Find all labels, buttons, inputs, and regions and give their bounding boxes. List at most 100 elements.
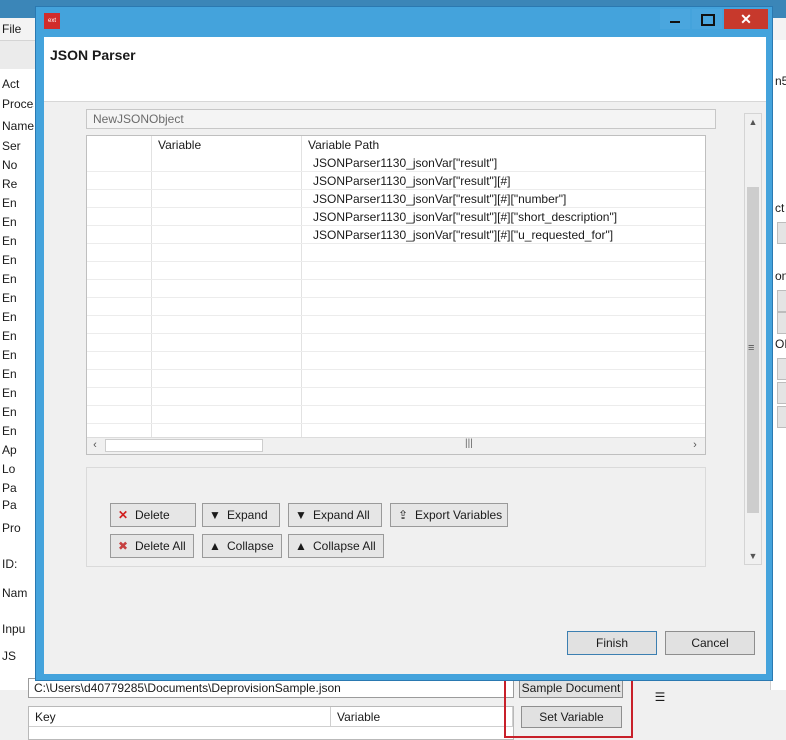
tree-row[interactable]: En: [2, 405, 34, 419]
tree-row[interactable]: En: [2, 291, 34, 305]
horizontal-scroll-thumb[interactable]: [105, 439, 263, 452]
column-header-variable[interactable]: Variable: [331, 707, 513, 727]
tree-row[interactable]: Nam: [2, 586, 34, 600]
menu-file[interactable]: File: [2, 22, 21, 36]
right-panel-button[interactable]: [777, 358, 786, 380]
maximize-icon: [701, 14, 715, 26]
process-tree-panel: Act Proces Name Ser No Re En En En En En En En En En En…: [0, 69, 37, 740]
tree-row[interactable]: Pa: [2, 481, 34, 495]
right-panel-text: ct: [775, 201, 785, 215]
delete-all-button[interactable]: ✖ Delete All: [110, 534, 194, 558]
right-panel-button[interactable]: [777, 290, 786, 312]
tree-row[interactable]: Ser: [2, 139, 34, 153]
tree-row[interactable]: Inpu: [2, 622, 34, 636]
table-row[interactable]: [87, 316, 705, 334]
horizontal-scrollbar[interactable]: ‹ ||| ›: [87, 437, 705, 454]
caret-up-icon: ▲: [209, 539, 221, 553]
minimize-icon: [670, 21, 680, 23]
variable-path-cell: JSONParser1130_jsonVar["result"][#]["sho…: [313, 210, 618, 224]
table-row[interactable]: [87, 370, 705, 388]
delete-all-icon: ✖: [117, 539, 129, 553]
tree-row[interactable]: En: [2, 310, 34, 324]
tree-row[interactable]: En: [2, 367, 34, 381]
document-path-field[interactable]: C:\Users\d40779285\Documents\Deprovision…: [28, 678, 514, 698]
tree-row[interactable]: En: [2, 215, 34, 229]
tree-row[interactable]: En: [2, 424, 34, 438]
export-variables-label: Export Variables: [415, 508, 503, 522]
column-header-variable[interactable]: Variable: [152, 136, 201, 154]
export-variables-button[interactable]: ⇪ Export Variables: [390, 503, 508, 527]
table-row[interactable]: [87, 406, 705, 424]
json-object-group-label: NewJSONObject: [86, 109, 716, 129]
table-row[interactable]: [87, 352, 705, 370]
collapse-all-button[interactable]: ▲ Collapse All: [288, 534, 384, 558]
scroll-left-icon[interactable]: ‹: [87, 438, 103, 454]
tree-row[interactable]: Lo: [2, 462, 34, 476]
table-row[interactable]: JSONParser1130_jsonVar["result"][#]: [87, 172, 705, 190]
dialog-header: JSON Parser: [44, 37, 766, 102]
table-row[interactable]: [87, 244, 705, 262]
minimize-button[interactable]: [660, 9, 690, 29]
right-panel-button[interactable]: [777, 222, 786, 244]
key-variable-table: Key Variable: [28, 706, 514, 740]
tree-row[interactable]: Act: [2, 77, 34, 91]
table-row[interactable]: JSONParser1130_jsonVar["result"]: [87, 154, 705, 172]
table-row[interactable]: [87, 388, 705, 406]
variable-path-cell: JSONParser1130_jsonVar["result"][#]["u_r…: [313, 228, 614, 242]
scroll-up-icon[interactable]: ▲: [745, 114, 761, 130]
right-panel-button[interactable]: [777, 382, 786, 404]
table-row[interactable]: [87, 334, 705, 352]
vertical-scroll-thumb[interactable]: ≡: [747, 187, 759, 513]
scroll-right-icon[interactable]: ›: [687, 438, 703, 454]
expand-all-label: Expand All: [313, 508, 370, 522]
expand-all-button[interactable]: ▼ Expand All: [288, 503, 382, 527]
tree-row[interactable]: JS: [2, 649, 34, 663]
delete-label: Delete: [135, 508, 170, 522]
caret-down-icon: ▼: [209, 508, 221, 522]
tree-row[interactable]: En: [2, 329, 34, 343]
table-row[interactable]: JSONParser1130_jsonVar["result"][#]["sho…: [87, 208, 705, 226]
table-row[interactable]: [87, 298, 705, 316]
tree-row[interactable]: En: [2, 272, 34, 286]
tree-row[interactable]: En: [2, 253, 34, 267]
tree-row[interactable]: Proces: [2, 97, 34, 111]
column-header-variable-path[interactable]: Variable Path: [302, 136, 379, 154]
close-button[interactable]: ✕: [724, 9, 768, 29]
tree-row[interactable]: Pro: [2, 521, 34, 535]
tree-row[interactable]: En: [2, 386, 34, 400]
scroll-grip-icon: |||: [465, 438, 473, 449]
table-row[interactable]: JSONParser1130_jsonVar["result"][#]["num…: [87, 190, 705, 208]
tree-row[interactable]: Pa: [2, 498, 34, 512]
caret-down-icon: ▼: [295, 508, 307, 522]
collapse-label: Collapse: [227, 539, 274, 553]
scroll-down-icon[interactable]: ▼: [745, 548, 761, 564]
column-header-key[interactable]: Key: [29, 707, 331, 727]
json-parser-dialog: ext ✕ JSON Parser NewJSONObject Variable…: [35, 6, 773, 681]
tree-row[interactable]: En: [2, 348, 34, 362]
tree-row[interactable]: Ap: [2, 443, 34, 457]
right-panel-button[interactable]: [777, 406, 786, 428]
table-row[interactable]: [87, 262, 705, 280]
variable-grid: Variable Variable Path JSONParser1130_js…: [86, 135, 706, 455]
dialog-title: JSON Parser: [50, 47, 136, 63]
cancel-button[interactable]: Cancel: [665, 631, 755, 655]
app-toolbar: [0, 41, 36, 69]
finish-button[interactable]: Finish: [567, 631, 657, 655]
maximize-button[interactable]: [692, 9, 722, 29]
expand-button[interactable]: ▼ Expand: [202, 503, 280, 527]
right-panel-button[interactable]: [777, 312, 786, 334]
tree-row[interactable]: Re: [2, 177, 34, 191]
tree-row[interactable]: En: [2, 196, 34, 210]
splitter-grip-icon[interactable]: ☰: [652, 690, 668, 704]
tree-row[interactable]: No: [2, 158, 34, 172]
delete-button[interactable]: ✕ Delete: [110, 503, 196, 527]
vertical-scrollbar[interactable]: ▲ ≡ ▼: [744, 113, 762, 565]
tree-row[interactable]: ID:: [2, 557, 34, 571]
export-icon: ⇪: [397, 508, 409, 522]
collapse-button[interactable]: ▲ Collapse: [202, 534, 282, 558]
table-row[interactable]: JSONParser1130_jsonVar["result"][#]["u_r…: [87, 226, 705, 244]
tree-row[interactable]: En: [2, 234, 34, 248]
table-row[interactable]: [87, 280, 705, 298]
dialog-body: JSON Parser NewJSONObject Variable Varia…: [44, 37, 766, 674]
tree-row[interactable]: Name: [2, 119, 34, 133]
